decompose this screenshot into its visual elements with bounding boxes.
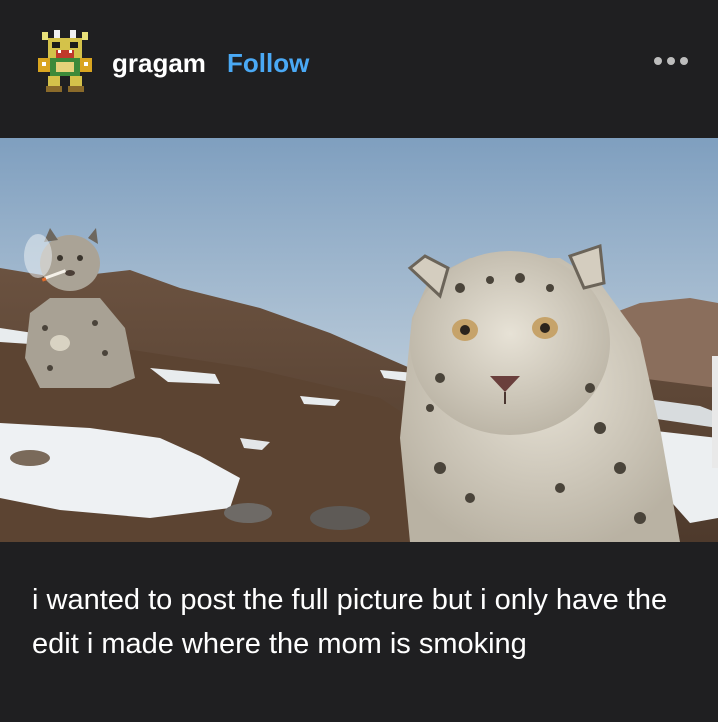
pixel-creature-avatar-icon: [34, 28, 96, 94]
post-caption: i wanted to post the full picture but i …: [32, 584, 668, 660]
post-photo: [0, 138, 718, 542]
snow-leopard-photo: [0, 138, 718, 542]
avatar[interactable]: [34, 28, 96, 94]
more-horizontal-icon: [654, 57, 688, 65]
post-header: gragam Follow: [0, 0, 718, 138]
follow-button[interactable]: Follow: [227, 48, 309, 79]
username-link[interactable]: gragam: [112, 48, 206, 79]
scrollbar-indicator: [712, 356, 718, 468]
more-options-button[interactable]: [652, 52, 690, 70]
